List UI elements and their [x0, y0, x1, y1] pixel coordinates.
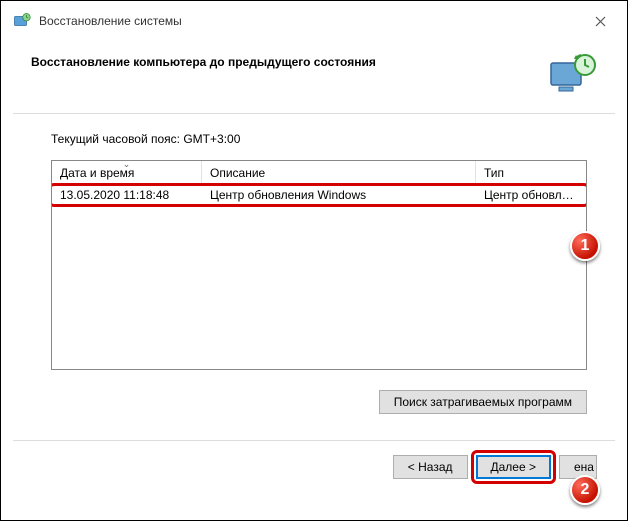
- restore-hero-icon: [549, 53, 597, 95]
- content-area: Текущий часовой пояс: GMT+3:00 ⌄ Дата и …: [1, 114, 627, 376]
- next-button[interactable]: Далее >: [476, 455, 552, 479]
- column-header-type[interactable]: Тип: [476, 161, 586, 184]
- column-header-description[interactable]: Описание: [202, 161, 476, 184]
- back-button[interactable]: < Назад: [393, 455, 468, 479]
- timezone-label: Текущий часовой пояс: GMT+3:00: [51, 132, 587, 146]
- cell-type: Центр обновле...: [476, 188, 586, 202]
- sort-desc-icon: ⌄: [123, 161, 131, 170]
- cell-date: 13.05.2020 11:18:48: [52, 188, 202, 202]
- header: Восстановление компьютера до предыдущего…: [1, 41, 627, 113]
- table-row[interactable]: 13.05.2020 11:18:48 Центр обновления Win…: [52, 185, 586, 205]
- column-label: Тип: [484, 166, 504, 180]
- restore-points-table[interactable]: ⌄ Дата и время Описание Тип 13.05.2020 1…: [51, 160, 587, 370]
- close-button[interactable]: [585, 11, 615, 31]
- window-title: Восстановление системы: [39, 14, 585, 28]
- table-header: ⌄ Дата и время Описание Тип: [52, 161, 586, 185]
- annotation-marker-2: 2: [570, 475, 600, 505]
- cell-description: Центр обновления Windows: [202, 188, 476, 202]
- titlebar: Восстановление системы: [1, 1, 627, 41]
- annotation-marker-1: 1: [570, 231, 600, 261]
- wizard-footer: < Назад Далее > ена: [1, 441, 627, 493]
- scan-affected-programs-button[interactable]: Поиск затрагиваемых программ: [379, 390, 587, 414]
- page-heading: Восстановление компьютера до предыдущего…: [31, 53, 549, 69]
- system-restore-icon: [13, 12, 31, 30]
- column-header-date[interactable]: ⌄ Дата и время: [52, 161, 202, 184]
- affected-programs-row: Поиск затрагиваемых программ: [1, 376, 627, 414]
- column-label: Описание: [210, 166, 265, 180]
